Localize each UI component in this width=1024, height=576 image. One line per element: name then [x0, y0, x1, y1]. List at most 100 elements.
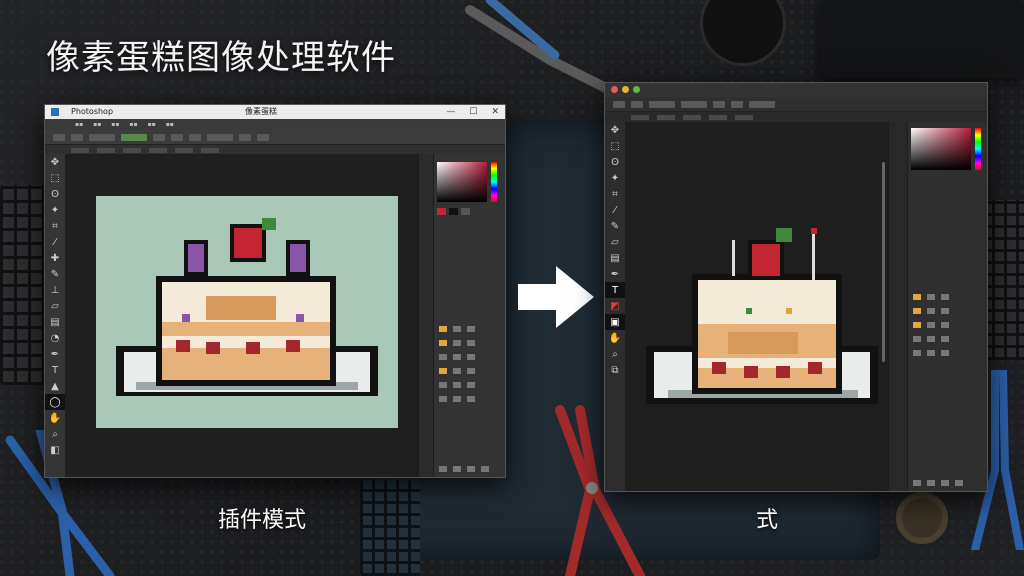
stamp-icon[interactable]: ⊥	[45, 282, 65, 298]
layer-row[interactable]	[913, 292, 949, 301]
zoom-button[interactable]	[633, 86, 640, 93]
swatch[interactable]	[449, 208, 458, 215]
screen-mode-icon[interactable]: ▣	[605, 314, 625, 330]
option-control[interactable]	[71, 133, 83, 141]
document-tab[interactable]	[175, 147, 193, 153]
option-control[interactable]	[239, 133, 251, 141]
minimize-button[interactable]	[622, 86, 629, 93]
crop-icon[interactable]: ⌗	[45, 218, 65, 234]
document-tab[interactable]	[71, 147, 89, 153]
option-control[interactable]	[631, 100, 643, 108]
layer-row[interactable]	[913, 334, 949, 343]
document-tab[interactable]	[97, 147, 115, 153]
document-tab[interactable]	[657, 114, 675, 120]
swatch[interactable]	[461, 208, 470, 215]
option-control[interactable]	[89, 133, 115, 141]
layer-row[interactable]	[439, 338, 475, 347]
layer-row[interactable]	[913, 348, 949, 357]
document-tab[interactable]	[631, 114, 649, 120]
menu-item[interactable]: ▪▪	[75, 121, 83, 128]
close-button[interactable]	[611, 86, 618, 93]
color-picker[interactable]	[911, 128, 971, 170]
type-icon[interactable]: T	[45, 362, 65, 378]
brush-icon[interactable]: ✎	[45, 266, 65, 282]
layer-row[interactable]	[439, 380, 475, 389]
menu-item[interactable]: ▪▪	[148, 121, 156, 128]
close-button[interactable]: ✕	[491, 105, 499, 119]
swatch[interactable]	[437, 208, 446, 215]
move-icon[interactable]: ✥	[45, 154, 65, 170]
layer-footer[interactable]	[913, 478, 963, 487]
gradient-icon[interactable]: ▤	[45, 314, 65, 330]
option-slider[interactable]	[121, 133, 147, 141]
eyedropper-icon[interactable]: ⁄	[605, 202, 625, 218]
option-control[interactable]	[649, 100, 675, 108]
marquee-icon[interactable]: ⬚	[45, 170, 65, 186]
shape-icon[interactable]: ▲	[45, 378, 65, 394]
menu-item[interactable]: ▪▪	[111, 121, 119, 128]
layer-row[interactable]	[913, 320, 949, 329]
eraser-icon[interactable]: ▱	[605, 234, 625, 250]
marquee-icon[interactable]: ⬚	[605, 138, 625, 154]
gradient-icon[interactable]: ▤	[605, 250, 625, 266]
zoom-icon[interactable]: ⌕	[45, 426, 65, 442]
options-bar	[605, 97, 987, 112]
option-control[interactable]	[171, 133, 183, 141]
layer-row[interactable]	[913, 306, 949, 315]
document-tab[interactable]	[149, 147, 167, 153]
hue-slider[interactable]	[491, 162, 497, 202]
hue-slider[interactable]	[975, 128, 981, 170]
lasso-icon[interactable]: ʘ	[45, 186, 65, 202]
menu-item[interactable]: ▪▪	[166, 121, 174, 128]
maximize-button[interactable]: ☐	[469, 105, 477, 119]
layer-row[interactable]	[439, 324, 475, 333]
eraser-icon[interactable]: ▱	[45, 298, 65, 314]
option-control[interactable]	[713, 100, 725, 108]
brush-icon[interactable]: ✎	[605, 218, 625, 234]
zoom-icon[interactable]: ⌕	[605, 346, 625, 362]
option-control[interactable]	[731, 100, 743, 108]
layer-row[interactable]	[439, 366, 475, 375]
right-panels	[418, 154, 505, 477]
menu-item[interactable]: ▪▪	[93, 121, 101, 128]
minimize-button[interactable]: —	[446, 105, 455, 119]
option-control[interactable]	[153, 133, 165, 141]
option-control[interactable]	[613, 100, 625, 108]
document-tab[interactable]	[201, 147, 219, 153]
document-tab[interactable]	[683, 114, 701, 120]
type-icon[interactable]: T	[605, 282, 625, 298]
eyedropper-icon[interactable]: ⁄	[45, 234, 65, 250]
crop-icon[interactable]: ⌗	[605, 186, 625, 202]
pen-icon[interactable]: ✒	[605, 266, 625, 282]
magic-wand-icon[interactable]: ✦	[605, 170, 625, 186]
magic-wand-icon[interactable]: ✦	[45, 202, 65, 218]
color-icon[interactable]: ◧	[45, 442, 65, 458]
blur-icon[interactable]: ◔	[45, 330, 65, 346]
document-tab[interactable]	[123, 147, 141, 153]
option-control[interactable]	[53, 133, 65, 141]
layer-row[interactable]	[439, 394, 475, 403]
menu-item[interactable]: ▪▪	[129, 121, 137, 128]
page-title: 像素蛋糕图像处理软件	[46, 38, 396, 78]
document-tab[interactable]	[735, 114, 753, 120]
color-picker[interactable]	[437, 162, 487, 202]
ellipse-icon[interactable]: ◯	[45, 394, 65, 410]
option-control[interactable]	[681, 100, 707, 108]
move-icon[interactable]: ✥	[605, 122, 625, 138]
canvas-area[interactable]	[66, 154, 418, 477]
layer-footer[interactable]	[439, 464, 489, 473]
lasso-icon[interactable]: ʘ	[605, 154, 625, 170]
pen-icon[interactable]: ✒	[45, 346, 65, 362]
document-tab[interactable]	[709, 114, 727, 120]
canvas-area[interactable]	[626, 122, 888, 491]
heal-icon[interactable]: ✚	[45, 250, 65, 266]
layer-row[interactable]	[439, 352, 475, 361]
option-control[interactable]	[189, 133, 201, 141]
option-control[interactable]	[207, 133, 233, 141]
foreground-color-icon[interactable]: ◩	[605, 298, 625, 314]
option-control[interactable]	[749, 100, 775, 108]
option-control[interactable]	[257, 133, 269, 141]
hand-icon[interactable]: ✋	[605, 330, 625, 346]
hand-icon[interactable]: ✋	[45, 410, 65, 426]
layers-icon[interactable]: ⧉	[605, 362, 625, 378]
